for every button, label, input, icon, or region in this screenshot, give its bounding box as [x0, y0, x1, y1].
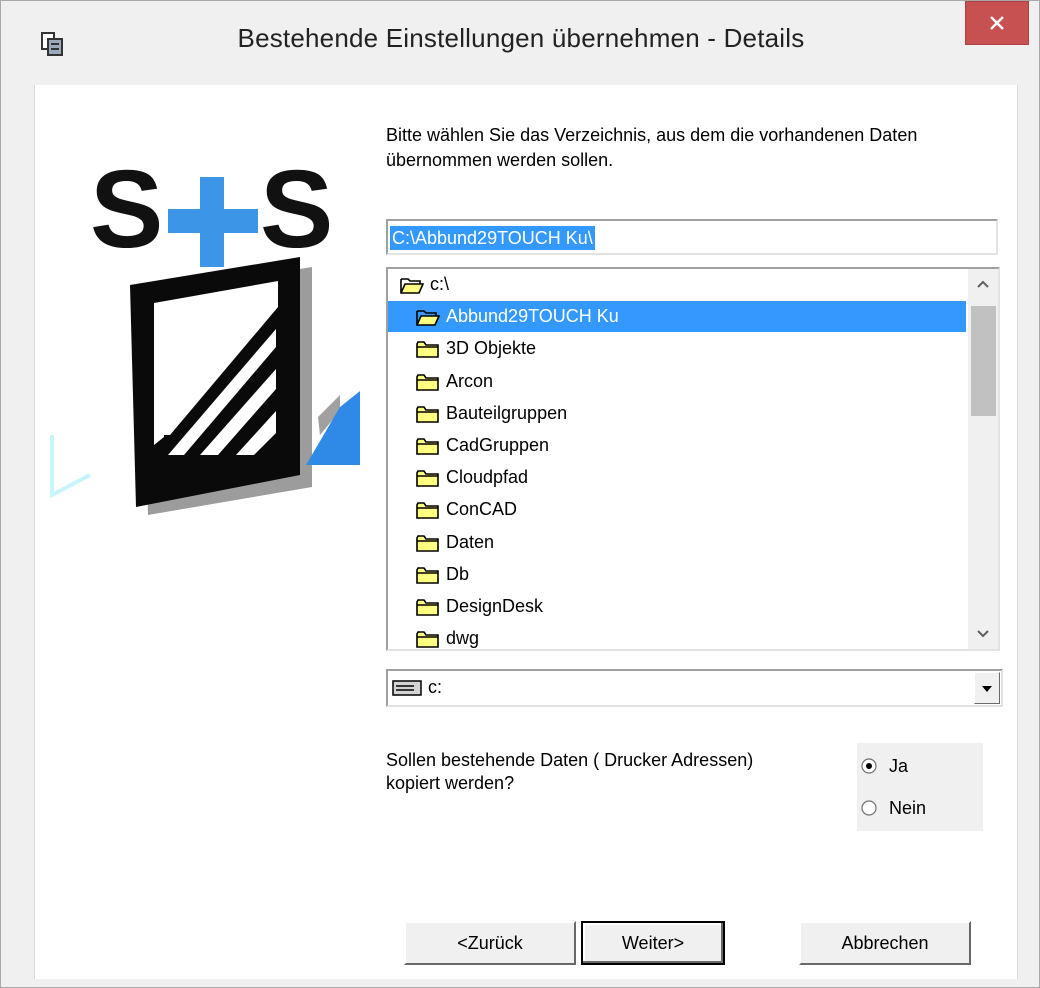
folder-icon — [416, 535, 439, 552]
radio-nein[interactable]: Nein — [861, 793, 979, 823]
copy-radio-group: Ja Nein — [857, 743, 983, 831]
svg-text:S: S — [260, 148, 333, 271]
scroll-thumb[interactable] — [971, 306, 996, 416]
next-button[interactable]: Weiter> — [581, 921, 725, 965]
folder-icon — [416, 470, 439, 487]
directory-list-item-label: Db — [446, 564, 470, 584]
radio-nein-label: Nein — [889, 798, 927, 818]
drive-select[interactable]: c: — [386, 669, 1003, 707]
directory-list-item-label: ConCAD — [446, 499, 518, 519]
directory-list-item[interactable]: c:\ — [388, 269, 966, 300]
window-title: Bestehende Einstellungen übernehmen - De… — [237, 23, 805, 53]
folder-icon — [416, 567, 439, 584]
directory-list-item-label: CadGruppen — [446, 435, 550, 455]
directory-path-input[interactable]: C:\Abbund29TOUCH Ku\ — [386, 219, 998, 255]
radio-ja[interactable]: Ja — [861, 751, 979, 781]
dialog-content: S S Bitte wählen Sie das Verzeichnis, au… — [34, 85, 1018, 979]
directory-list-item-label: Cloudpfad — [446, 467, 529, 487]
directory-list-item[interactable]: Bauteilgruppen — [388, 398, 966, 429]
radio-ja-label: Ja — [889, 756, 909, 776]
directory-list-item-label: c:\ — [430, 274, 450, 294]
directory-list-item[interactable]: DesignDesk — [388, 591, 966, 622]
title-bar[interactable]: Bestehende Einstellungen übernehmen - De… — [1, 1, 1039, 85]
directory-list[interactable]: c:\ Abbund29TOUCH Ku 3D Objekte Arcon Bautei… — [386, 267, 1000, 651]
drive-select-value: c: — [428, 677, 443, 697]
open-folder-icon — [400, 278, 424, 294]
radio-checked-icon — [861, 758, 877, 774]
directory-list-item-label: 3D Objekte — [446, 338, 537, 358]
directory-path-value: C:\Abbund29TOUCH Ku\ — [390, 226, 595, 250]
directory-list-item[interactable]: CadGruppen — [388, 430, 966, 461]
directory-list-item[interactable]: Arcon — [388, 366, 966, 397]
folder-icon — [416, 406, 439, 423]
chevron-up-icon — [977, 280, 989, 288]
directory-list-item[interactable]: Daten — [388, 527, 966, 558]
instruction-text: Bitte wählen Sie das Verzeichnis, aus de… — [386, 125, 918, 170]
drive-icon — [392, 680, 422, 696]
folder-icon — [416, 374, 439, 391]
back-button[interactable]: <Zurück — [404, 921, 576, 965]
s-plus-s-logo: S S — [50, 148, 360, 515]
cancel-button[interactable]: Abbrechen — [799, 921, 971, 965]
directory-list-item-label: Daten — [446, 532, 495, 552]
folder-icon — [416, 341, 439, 358]
dropdown-arrow-icon — [982, 686, 992, 692]
directory-list-item[interactable]: 3D Objekte — [388, 333, 966, 364]
copy-question-text: Sollen bestehende Daten ( Drucker Adress… — [386, 750, 754, 793]
directory-list-item-label: dwg — [446, 628, 480, 648]
scroll-down-button[interactable] — [968, 619, 998, 649]
svg-text:S: S — [90, 148, 163, 271]
dialog-window: Bestehende Einstellungen übernehmen - De… — [0, 0, 1040, 988]
directory-list-item-label: Bauteilgruppen — [446, 403, 568, 423]
close-icon — [990, 16, 1004, 30]
scroll-up-button[interactable] — [968, 269, 998, 299]
cancel-button-label: Abbrechen — [841, 933, 929, 953]
next-button-label: Weiter> — [621, 933, 685, 953]
directory-list-item[interactable]: dwg — [388, 623, 966, 649]
radio-unchecked-icon — [861, 800, 877, 816]
directory-list-item[interactable]: ConCAD — [388, 494, 966, 525]
directory-list-item-label: Arcon — [446, 371, 494, 391]
directory-list-item[interactable]: Cloudpfad — [388, 462, 966, 493]
open-folder-icon — [416, 310, 440, 326]
folder-icon — [416, 631, 439, 648]
vertical-scrollbar[interactable] — [968, 269, 998, 649]
drive-dropdown-button[interactable] — [974, 672, 1000, 704]
close-button[interactable] — [965, 1, 1029, 45]
directory-list-item[interactable]: Db — [388, 559, 966, 590]
folder-icon — [416, 599, 439, 616]
folder-icon — [416, 502, 439, 519]
back-button-label: <Zurück — [457, 933, 523, 953]
chevron-down-icon — [977, 630, 989, 638]
directory-list-item[interactable]: Abbund29TOUCH Ku — [388, 301, 966, 332]
directory-list-item-label: Abbund29TOUCH Ku — [446, 306, 619, 326]
folder-icon — [416, 438, 439, 455]
directory-list-item-label: DesignDesk — [446, 596, 544, 616]
